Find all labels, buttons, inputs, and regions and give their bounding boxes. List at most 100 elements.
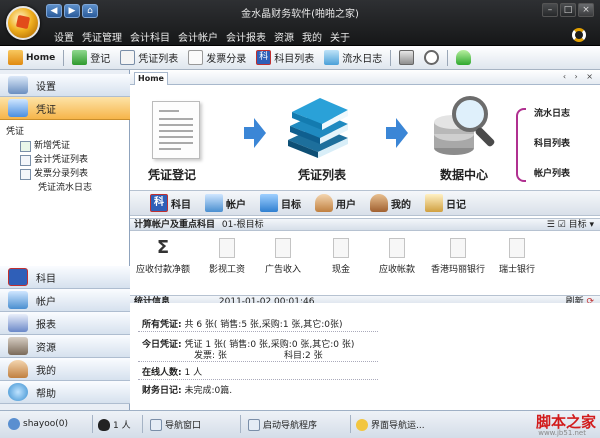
toolbar-separator [63, 49, 65, 66]
quick-account-button[interactable]: 帐户 [205, 194, 246, 212]
divider [138, 361, 378, 362]
tab-navigation-arrows[interactable]: ‹ › × [563, 72, 596, 81]
toolbar-voucher-list-button[interactable]: 凭证列表 [116, 48, 182, 68]
menu-bar: 设置 凭证管理 会计科目 会计帐户 会计报表 资源 我的 关于 [54, 29, 350, 44]
toolbar-clock-button[interactable] [420, 48, 443, 68]
help-icon [8, 383, 28, 401]
menu-voucher-manage[interactable]: 凭证管理 [82, 29, 122, 44]
toolbar-separator [390, 49, 392, 66]
status-nav-window[interactable]: 导航窗口 [150, 418, 201, 431]
flow-arrow-icon [244, 118, 266, 148]
database-search-icon[interactable] [430, 90, 502, 162]
diary-icon [425, 194, 443, 212]
toolbar-invoice-button[interactable]: 发票分录 [184, 48, 250, 68]
maximize-icon[interactable]: □ [560, 3, 576, 17]
nav-help[interactable]: 帮助 [0, 381, 130, 404]
toolbar-journal-button[interactable]: 流水日志 [320, 48, 386, 68]
toolbar-separator [447, 49, 449, 66]
account-icon: 科 [256, 50, 272, 65]
menu-about[interactable]: 关于 [330, 29, 350, 44]
close-icon[interactable]: × [578, 3, 594, 17]
tree-item-invoice-list[interactable]: 发票分录列表 [6, 167, 129, 181]
flow-voucher-register[interactable]: 凭证登记 [148, 166, 196, 183]
link-journal[interactable]: 流水日志 [534, 106, 570, 119]
books-icon[interactable] [282, 94, 354, 160]
account-item[interactable]: 瑞士银行 [486, 238, 548, 275]
nav-report[interactable]: 报表 [0, 312, 130, 335]
accounts-grid: Σ 应收付款净额 影视工资 广告收入 现金 应收帐款 香港玛丽银行 瑞士银行 [130, 232, 600, 290]
divider [138, 379, 378, 380]
subject-icon: 科 [150, 194, 168, 212]
help-lifebuoy-icon[interactable] [572, 28, 586, 42]
quick-launch-bar: 科 科目 帐户 目标 用户 我的 日记 [130, 190, 600, 216]
tree-item-voucher-journal[interactable]: 凭证流水日志 [6, 181, 129, 195]
stats-panel: 所有凭证: 共 6 张( 销售:5 张,采购:1 张,其它:0张) 今日凭证: … [130, 303, 600, 410]
user-icon [8, 418, 20, 430]
nav-subject[interactable]: 科目 [0, 266, 130, 289]
invoice-icon [188, 50, 204, 65]
stat-today-invoice: 发票: 张 [194, 351, 227, 361]
quick-users-button[interactable]: 用户 [315, 194, 356, 212]
link-account-list[interactable]: 帐户列表 [534, 166, 570, 179]
toolbar-subject-list-button[interactable]: 科 科目列表 [252, 48, 318, 68]
accounts-target-dropdown[interactable]: ☰ ☑ 目标 ▾ [547, 219, 594, 231]
nav-voucher[interactable]: 凭证 [0, 97, 130, 120]
voucher-list-icon [20, 154, 31, 166]
home-icon [8, 50, 23, 65]
left-navigation: 设置 凭证 凭证 新增凭证 会计凭证列表 发票分录列表 凭证流水日志 科目 帐户… [0, 70, 130, 410]
doc-icon [389, 238, 405, 258]
workflow-banner: 凭证登记 凭证列表 数据中心 流水日志 科目列表 帐户列表 [130, 86, 600, 190]
toolbar-calculator-button[interactable] [395, 48, 418, 68]
toolbar-exit-button[interactable] [452, 48, 475, 68]
nav-account[interactable]: 帐户 [0, 289, 130, 312]
user-icon [8, 360, 28, 378]
quick-diary-button[interactable]: 日记 [425, 194, 466, 212]
brace-decoration [516, 108, 526, 182]
tree-item-voucher-list[interactable]: 会计凭证列表 [6, 153, 129, 167]
account-item[interactable]: Σ 应收付款净额 [132, 238, 194, 276]
tree-root-voucher[interactable]: 凭证 [6, 125, 129, 139]
status-online: 1 人 [98, 418, 131, 431]
menu-mine[interactable]: 我的 [302, 29, 322, 44]
account-item[interactable]: 香港玛丽银行 [424, 238, 492, 275]
stat-online-users: 在线人数: 1 人 [142, 368, 203, 378]
tab-home[interactable]: Home [134, 72, 168, 85]
voucher-form-icon[interactable] [152, 101, 200, 159]
link-subject-list[interactable]: 科目列表 [534, 136, 570, 149]
toolbar-home-button[interactable]: Home [4, 48, 59, 68]
flow-data-center[interactable]: 数据中心 [440, 166, 488, 183]
doc-icon [219, 238, 235, 258]
menu-settings[interactable]: 设置 [54, 29, 74, 44]
status-ui-nav[interactable]: 界面导航运... [356, 418, 425, 431]
flow-arrow-icon [386, 118, 408, 148]
toolbar-register-button[interactable]: 登记 [68, 48, 114, 68]
quick-mine-button[interactable]: 我的 [370, 194, 411, 212]
flow-voucher-list[interactable]: 凭证列表 [298, 166, 346, 183]
quick-target-button[interactable]: 目标 [260, 194, 301, 212]
divider [138, 331, 378, 332]
exit-icon [456, 50, 472, 65]
menu-resources[interactable]: 资源 [274, 29, 294, 44]
quick-subject-button[interactable]: 科 科目 [150, 194, 191, 212]
account-item[interactable]: 应收帐款 [366, 238, 428, 275]
program-icon [248, 418, 260, 431]
menu-accounting-report[interactable]: 会计报表 [226, 29, 266, 44]
tree-item-new-voucher[interactable]: 新增凭证 [6, 139, 129, 153]
menu-accounting-account[interactable]: 会计帐户 [178, 29, 218, 44]
account-item[interactable]: 现金 [310, 238, 372, 275]
journal-icon [324, 50, 340, 65]
settings-icon [8, 76, 28, 94]
minimize-icon[interactable]: – [542, 3, 558, 17]
status-start-nav[interactable]: 启动导航程序 [248, 418, 317, 431]
nav-mine[interactable]: 我的 [0, 358, 130, 381]
stat-all-vouchers: 所有凭证: 共 6 张( 销售:5 张,采购:1 张,其它:0张) [142, 320, 343, 330]
menu-accounting-subject[interactable]: 会计科目 [130, 29, 170, 44]
account-item[interactable]: 广告收入 [252, 238, 314, 275]
nav-resources[interactable]: 资源 [0, 335, 130, 358]
my-icon [370, 194, 388, 212]
doc-icon [275, 238, 291, 258]
subject-icon [8, 268, 28, 286]
account-item[interactable]: 影视工资 [196, 238, 258, 275]
doc-icon [333, 238, 349, 258]
nav-settings[interactable]: 设置 [0, 74, 130, 97]
